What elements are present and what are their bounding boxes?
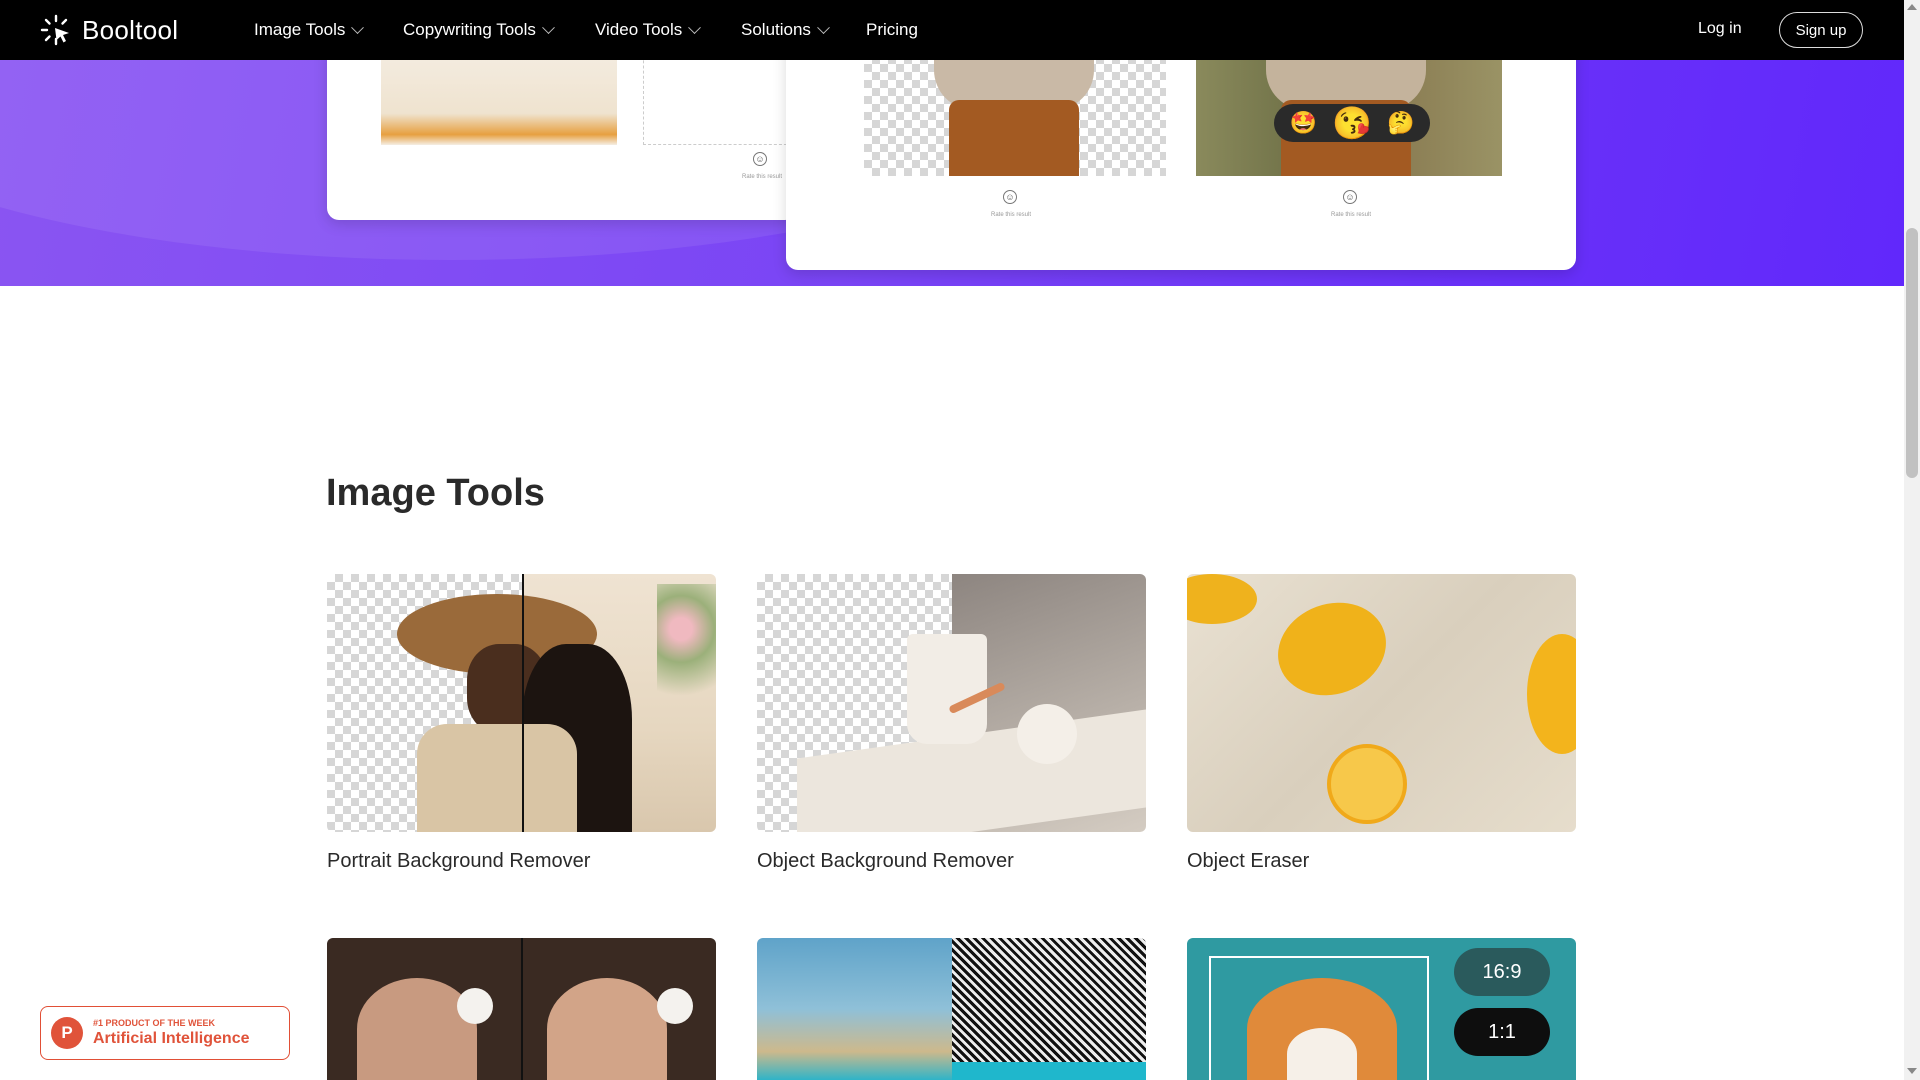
smile-icon[interactable]: ☺ [753, 152, 767, 166]
ratio-16-9-chip[interactable]: 16:9 [1454, 948, 1550, 996]
smile-icon[interactable]: ☺ [1343, 190, 1357, 204]
tool-thumbnail [1187, 574, 1576, 832]
tool-card-image-resizer[interactable]: 16:9 1:1 [1187, 938, 1576, 1080]
rate-text: Rate this result [990, 212, 1032, 218]
sparkle-cursor-icon [40, 14, 69, 46]
nav-copywriting-tools[interactable]: Copywriting Tools [403, 0, 555, 60]
tool-name: Object Eraser [1187, 850, 1310, 872]
tool-card-object-bg-remover[interactable]: Object Background Remover [757, 574, 1146, 873]
emoji-rating-bar: 🤩 😘 🤔 [1274, 104, 1430, 142]
kiss-emoji[interactable]: 😘 [1332, 104, 1372, 142]
nav-label: Video Tools [595, 20, 683, 39]
hero-banner: ☺ Rate this result ☺ Rate this result ☺ … [0, 60, 1904, 286]
tool-thumbnail [327, 938, 716, 1080]
tool-thumbnail: 16:9 1:1 [1187, 938, 1576, 1080]
scroll-down-arrow-icon[interactable] [1907, 1068, 1917, 1074]
badge-title: Artificial Intelligence [93, 1030, 250, 1047]
ratio-label: 16:9 [1482, 960, 1522, 983]
badge-subtitle: #1 PRODUCT OF THE WEEK [93, 1018, 216, 1028]
demo-card-right: ☺ Rate this result ☺ Rate this result [786, 60, 1576, 270]
ratio-1-1-chip[interactable]: 1:1 [1454, 1008, 1550, 1056]
tool-thumbnail [327, 574, 716, 832]
smile-icon[interactable]: ☺ [1003, 190, 1017, 204]
nav-label: Image Tools [254, 20, 346, 39]
tool-card-face-enhancer[interactable] [327, 938, 716, 1080]
demo-food-image [381, 60, 617, 145]
login-link[interactable]: Log in [1698, 20, 1742, 38]
tool-thumbnail [757, 574, 1146, 832]
tool-card-portrait-bg-remover[interactable]: Portrait Background Remover [327, 574, 716, 873]
product-hunt-badge[interactable]: P #1 PRODUCT OF THE WEEK Artificial Inte… [40, 1006, 290, 1060]
demo-card-left: ☺ Rate this result [327, 60, 797, 220]
ratio-label: 1:1 [1488, 1020, 1516, 1043]
chevron-down-icon [542, 20, 555, 34]
nav-label: Solutions [741, 20, 811, 39]
tool-name: Portrait Background Remover [327, 850, 591, 872]
section-title: Image Tools [326, 472, 545, 514]
chevron-down-icon [817, 20, 830, 34]
scrollbar-thumb[interactable] [1906, 228, 1918, 478]
product-hunt-icon: P [51, 1017, 83, 1049]
demo-cutout-image [864, 60, 1166, 176]
scrollbar-track[interactable] [1904, 0, 1920, 1080]
brand-logo[interactable]: Booltool [40, 14, 178, 46]
brand-name: Booltool [82, 14, 179, 45]
star-struck-emoji[interactable]: 🤩 [1290, 110, 1317, 136]
tool-card-object-eraser[interactable]: Object Eraser [1187, 574, 1576, 873]
nav-label: Copywriting Tools [403, 20, 536, 39]
scroll-up-arrow-icon[interactable] [1907, 4, 1917, 10]
nav-pricing[interactable]: Pricing [866, 0, 918, 60]
tool-name: Object Background Remover [757, 850, 1014, 872]
chevron-down-icon [351, 20, 365, 34]
thinking-emoji[interactable]: 🤔 [1387, 110, 1414, 136]
demo-placeholder-frame [643, 60, 797, 145]
tool-card-cartoon-filter[interactable] [757, 938, 1146, 1080]
nav-label: Pricing [866, 20, 918, 39]
signup-button[interactable]: Sign up [1779, 12, 1863, 48]
nav-solutions[interactable]: Solutions [741, 0, 830, 60]
nav-video-tools[interactable]: Video Tools [595, 0, 702, 60]
top-navbar: Booltool Image Tools Copywriting Tools V… [0, 0, 1904, 60]
nav-image-tools[interactable]: Image Tools [254, 0, 365, 60]
tool-thumbnail [757, 938, 1146, 1080]
rate-text: Rate this result [1330, 212, 1372, 218]
chevron-down-icon [688, 20, 702, 34]
